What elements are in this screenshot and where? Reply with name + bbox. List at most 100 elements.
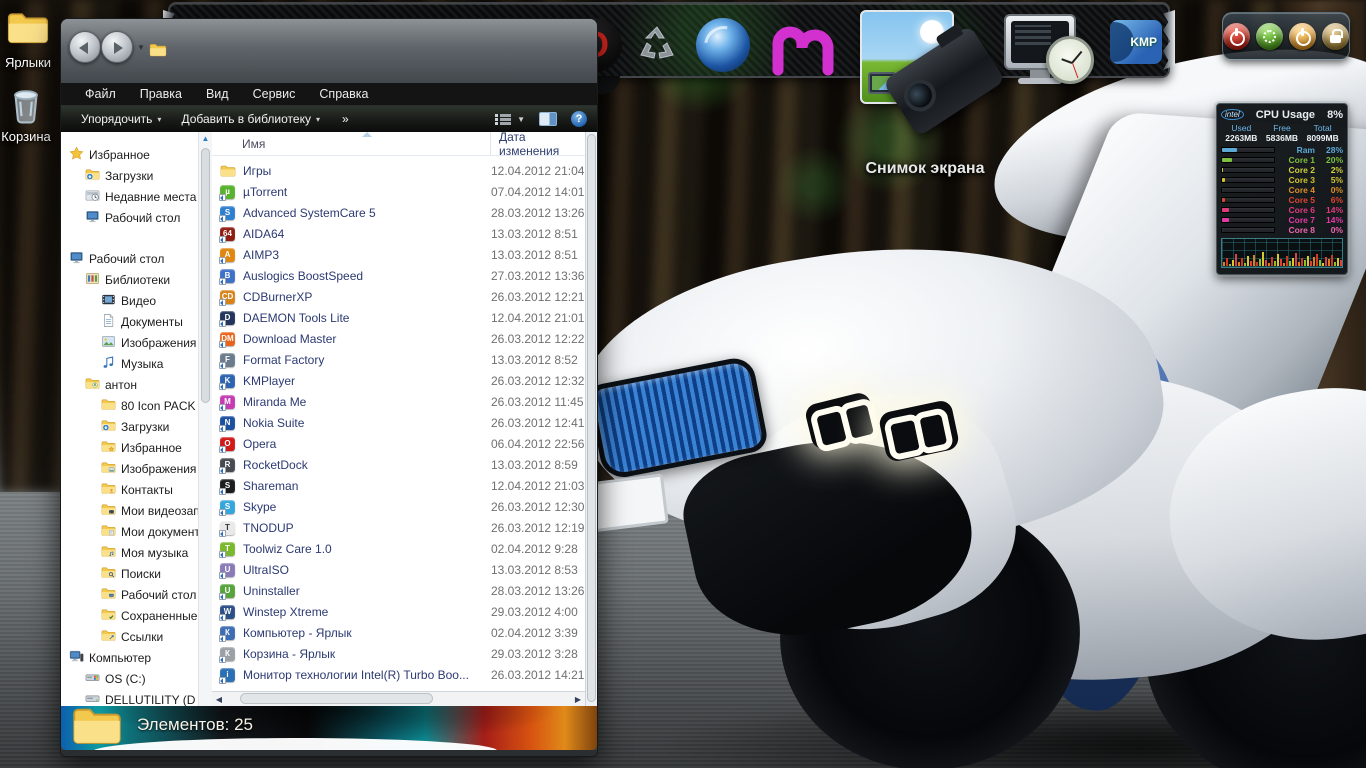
orb-dock-icon[interactable] [696,18,750,72]
preview-pane-icon[interactable] [539,112,557,126]
menu-item-сервис[interactable]: Сервис [243,87,306,101]
screenshot-dock-icon[interactable] [858,8,992,142]
shortcut-icon: R [220,457,237,473]
change-view-icon[interactable] [495,113,511,126]
menu-item-правка[interactable]: Правка [130,87,192,101]
sidebar-item[interactable]: Моя музыка [61,542,198,563]
column-header-date[interactable]: Дата изменения [490,132,585,155]
add-to-library-button[interactable]: Добавить в библиотеку [171,112,330,126]
help-icon[interactable]: ? [571,111,587,127]
file-row[interactable]: 64 AIDA64 13.03.2012 8:51 [212,223,585,244]
file-row[interactable]: K KMPlayer 26.03.2012 12:32 [212,370,585,391]
toolbar-overflow-button[interactable]: » [330,112,361,126]
file-row[interactable]: O Opera 06.04.2012 22:56 [212,433,585,454]
sidebar-item[interactable]: Рабочий стол [61,584,198,605]
shortcut-icon: S [220,499,237,515]
file-row[interactable]: D DAEMON Tools Lite 12.04.2012 21:01 [212,307,585,328]
horizontal-scrollbar-thumb[interactable] [240,693,433,704]
column-header-name[interactable]: Имя [212,137,490,151]
file-row[interactable]: N Nokia Suite 26.03.2012 12:41 [212,412,585,433]
sidebar-item[interactable]: Мои документы [61,521,198,542]
sidebar-item[interactable]: Документы [61,311,198,332]
desktop-icon-shortcuts[interactable]: Ярлыки [0,6,64,70]
file-row[interactable]: F Format Factory 13.03.2012 8:52 [212,349,585,370]
sidebar-item[interactable]: Сохраненные [61,605,198,626]
file-row[interactable]: CD CDBurnerXP 26.03.2012 12:21 [212,286,585,307]
file-row[interactable]: B Auslogics BoostSpeed 27.03.2012 13:36 [212,265,585,286]
recycle-dock-icon[interactable] [630,18,688,72]
sidebar-item[interactable]: Загрузки [61,416,198,437]
file-name: Advanced SystemCare 5 [243,206,491,220]
sidebar-item[interactable]: Избранное [61,437,198,458]
sidebar-item[interactable]: Изображения [61,458,198,479]
desktop-icon-recycle-bin[interactable]: Корзина [0,82,62,144]
kmplayer-dock-icon[interactable]: KMP [1110,20,1162,64]
shortcut-icon: S [220,205,237,221]
standby-button[interactable] [1289,23,1316,50]
menu-item-вид[interactable]: Вид [196,87,239,101]
file-row[interactable]: S Shareman 12.04.2012 21:03 [212,475,585,496]
sidebar-scrollbar[interactable]: ▲ [198,132,212,706]
sidebar-item[interactable]: Загрузки [61,165,198,186]
sidebar-item[interactable]: Изображения [61,332,198,353]
recent-pages-caret-icon[interactable]: ▼ [137,43,145,52]
file-row[interactable]: DM Download Master 26.03.2012 12:22 [212,328,585,349]
shortcut-arrow-icon [219,572,226,579]
file-row[interactable]: Игры 12.04.2012 21:04 [212,160,585,181]
file-row[interactable]: U Uninstaller 28.03.2012 13:26 [212,580,585,601]
file-row[interactable]: U UltraISO 13.03.2012 8:53 [212,559,585,580]
sidebar-item[interactable]: Избранное [61,144,198,165]
menu-item-файл[interactable]: Файл [75,87,126,101]
restart-button[interactable] [1256,23,1283,50]
sidebar-item[interactable]: Библиотеки [61,269,198,290]
file-row[interactable]: A AIMP3 13.03.2012 8:51 [212,244,585,265]
scroll-left-icon[interactable]: ◀ [212,695,226,704]
sidebar-item[interactable]: Контакты [61,479,198,500]
file-row[interactable]: T Toolwiz Care 1.0 02.04.2012 9:28 [212,538,585,559]
sidebar-item[interactable]: Видео [61,290,198,311]
file-row[interactable]: M Miranda Me 26.03.2012 11:45 [212,391,585,412]
sidebar-item[interactable]: DELLUTILITY (D ▼ [61,689,198,706]
sidebar-item[interactable]: Поиски [61,563,198,584]
scroll-right-icon[interactable]: ▶ [571,695,585,704]
list-scrollbar[interactable] [585,132,597,706]
forward-button[interactable] [101,31,133,63]
organize-button[interactable]: Упорядочить [71,112,171,126]
back-button[interactable] [69,31,101,63]
monitor-clock-dock-icon[interactable] [1004,14,1096,92]
shutdown-button[interactable] [1223,23,1250,50]
sidebar-item[interactable]: Компьютер [61,647,198,668]
folder-icon [101,397,116,415]
horizontal-scrollbar[interactable]: ◀ ▶ [212,691,585,706]
sidebar-item[interactable]: 80 Icon PACK [61,395,198,416]
file-row[interactable]: µ µTorrent 07.04.2012 14:01 [212,181,585,202]
list-scrollbar-thumb[interactable] [587,134,596,702]
file-row[interactable]: К Корзина - Ярлык 29.03.2012 3:28 [212,643,585,664]
file-date: 13.03.2012 8:53 [491,563,578,577]
file-row[interactable]: S Skype 26.03.2012 12:30 [212,496,585,517]
file-row[interactable]: S Advanced SystemCare 5 28.03.2012 13:26 [212,202,585,223]
miranda-dock-icon[interactable] [766,18,842,76]
recent-icon [85,188,100,206]
sidebar-item[interactable]: Музыка [61,353,198,374]
change-view-caret-icon[interactable]: ▼ [517,115,525,124]
file-row[interactable]: К Компьютер - Ярлык 02.04.2012 3:39 [212,622,585,643]
sidebar-item[interactable]: Мои видеозаписи [61,500,198,521]
sidebar-item[interactable]: Ссылки [61,626,198,647]
file-date: 29.03.2012 3:28 [491,647,578,661]
file-row[interactable]: T TNODUP 26.03.2012 12:19 [212,517,585,538]
file-date: 07.04.2012 14:01 [491,185,584,199]
lock-button[interactable] [1322,23,1349,50]
file-row[interactable]: i Монитор технологии Intel(R) Turbo Boo.… [212,664,585,685]
folder-icon [0,6,64,53]
sidebar-item[interactable]: OS (C:) [61,668,198,689]
sidebar-item[interactable]: Недавние места [61,186,198,207]
sidebar-scrollbar-thumb[interactable] [201,148,210,403]
sidebar-item[interactable]: антон [61,374,198,395]
sidebar-item[interactable]: Рабочий стол [61,248,198,269]
scroll-up-icon[interactable]: ▲ [199,134,212,143]
file-row[interactable]: W Winstep Xtreme 29.03.2012 4:00 [212,601,585,622]
menu-item-справка[interactable]: Справка [309,87,378,101]
file-row[interactable]: R RocketDock 13.03.2012 8:59 [212,454,585,475]
sidebar-item[interactable]: Рабочий стол [61,207,198,228]
